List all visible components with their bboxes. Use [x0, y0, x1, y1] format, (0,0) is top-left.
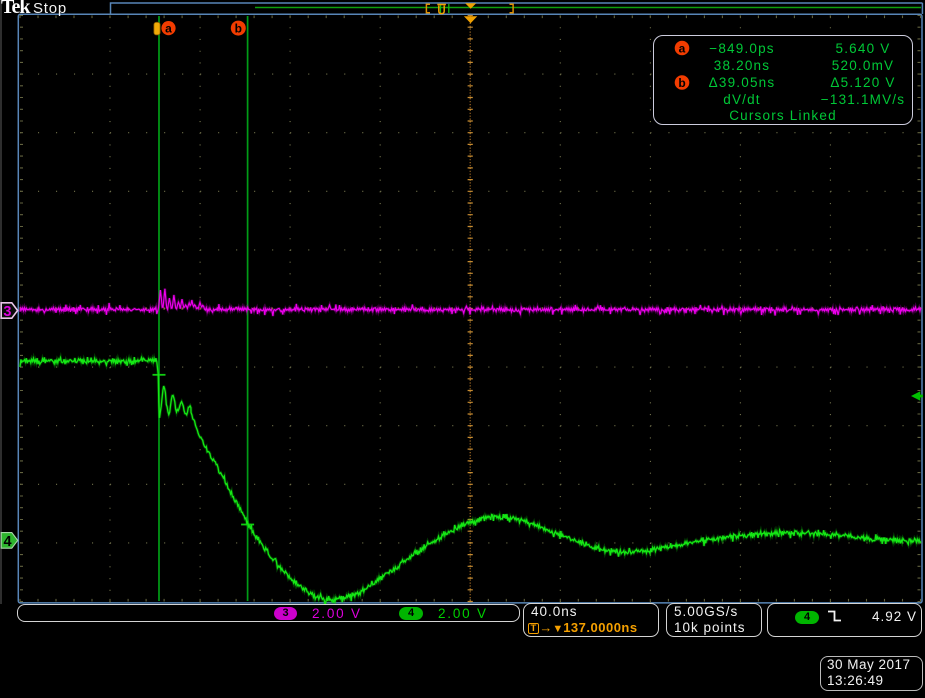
svg-text:a: a — [165, 21, 172, 35]
svg-text:3: 3 — [3, 304, 11, 320]
svg-text:b: b — [235, 21, 242, 35]
svg-text:4: 4 — [4, 534, 12, 550]
